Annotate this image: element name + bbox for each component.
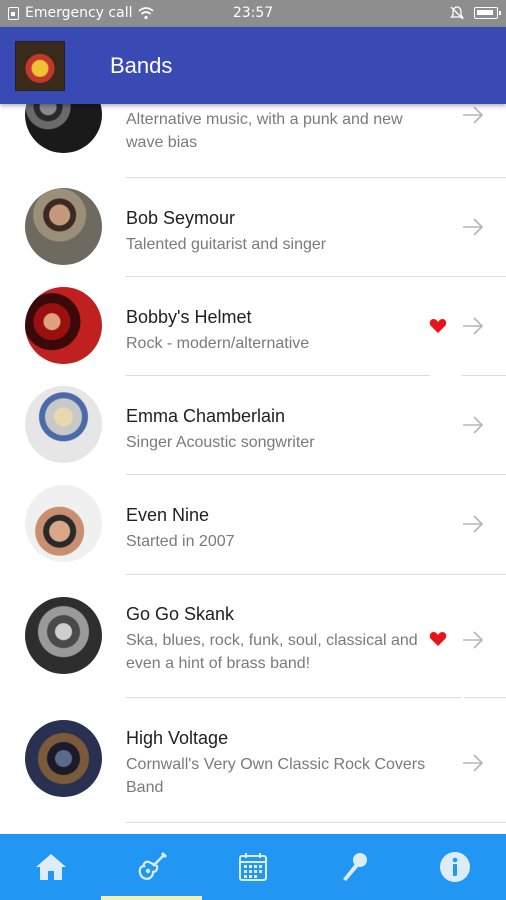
active-tab-indicator	[101, 896, 202, 900]
arrow-right-icon[interactable]	[462, 106, 484, 124]
band-row[interactable]: Go Go Skank Ska, blues, rock, funk, soul…	[0, 575, 506, 697]
band-avatar	[25, 597, 102, 674]
nav-bands[interactable]	[101, 834, 202, 900]
status-time: 23:57	[232, 5, 274, 21]
band-row[interactable]: Even Nine Started in 2007	[0, 475, 506, 574]
arrow-right-icon[interactable]	[462, 631, 484, 649]
nav-venues[interactable]	[303, 834, 404, 900]
band-title: High Voltage	[126, 728, 229, 748]
band-avatar	[25, 104, 102, 153]
band-row[interactable]: High Voltage Cornwall's Very Own Classic…	[0, 698, 506, 822]
nav-home[interactable]	[0, 834, 101, 900]
band-subtitle: Cornwall's Very Own Classic Rock Covers …	[126, 756, 426, 796]
band-title: Bobby's Helmet	[126, 307, 252, 327]
band-title: Emma Chamberlain	[126, 406, 286, 426]
band-avatar	[25, 188, 102, 265]
band-subtitle: Singer Acoustic songwriter	[126, 434, 315, 451]
page-title: Bands	[110, 53, 173, 78]
row-divider	[126, 822, 506, 823]
band-title: Go Go Skank	[126, 604, 235, 624]
band-subtitle: Ska, blues, rock, funk, soul, classical …	[126, 632, 418, 672]
band-row[interactable]: Bob Seymour Talented guitarist and singe…	[0, 178, 506, 277]
arrow-right-icon[interactable]	[462, 416, 484, 434]
status-right	[450, 6, 501, 20]
band-subtitle: Talented guitarist and singer	[126, 236, 327, 253]
band-subtitle: Started in 2007	[126, 533, 235, 550]
status-bar: Emergency call 23:57	[0, 0, 506, 27]
microphone-icon	[342, 853, 367, 881]
band-avatar	[25, 720, 102, 797]
band-list[interactable]: Alternative music, with a punk and new w…	[0, 104, 506, 834]
bottom-nav	[0, 834, 506, 900]
band-avatar	[25, 485, 102, 562]
band-avatar	[25, 287, 102, 364]
favorite-heart-icon[interactable]	[429, 631, 447, 647]
guitar-icon	[138, 851, 167, 880]
band-subtitle: Alternative music, with a punk and new w…	[126, 111, 403, 151]
nav-info[interactable]	[404, 834, 505, 900]
calendar-icon	[238, 853, 267, 881]
info-icon	[439, 852, 470, 882]
band-row[interactable]: Alternative music, with a punk and new w…	[0, 104, 506, 179]
band-title: Bob Seymour	[126, 208, 236, 228]
favorite-heart-icon[interactable]	[429, 318, 447, 334]
arrow-right-icon[interactable]	[462, 317, 484, 335]
home-icon	[35, 854, 66, 880]
arrow-right-icon[interactable]	[462, 754, 484, 772]
nav-events[interactable]	[202, 834, 303, 900]
band-avatar	[25, 386, 102, 463]
band-subtitle: Rock - modern/alternative	[126, 335, 310, 352]
battery-icon	[474, 7, 501, 19]
band-row[interactable]: Bobby's Helmet Rock - modern/alternative	[0, 277, 506, 376]
arrow-right-icon[interactable]	[462, 515, 484, 533]
band-logo-icon[interactable]	[15, 41, 65, 91]
alarm-off-icon	[450, 6, 464, 20]
band-row[interactable]: Emma Chamberlain Singer Acoustic songwri…	[0, 376, 506, 475]
band-title: Even Nine	[126, 505, 210, 525]
arrow-right-icon[interactable]	[462, 218, 484, 236]
app-bar: Bands	[0, 27, 506, 104]
